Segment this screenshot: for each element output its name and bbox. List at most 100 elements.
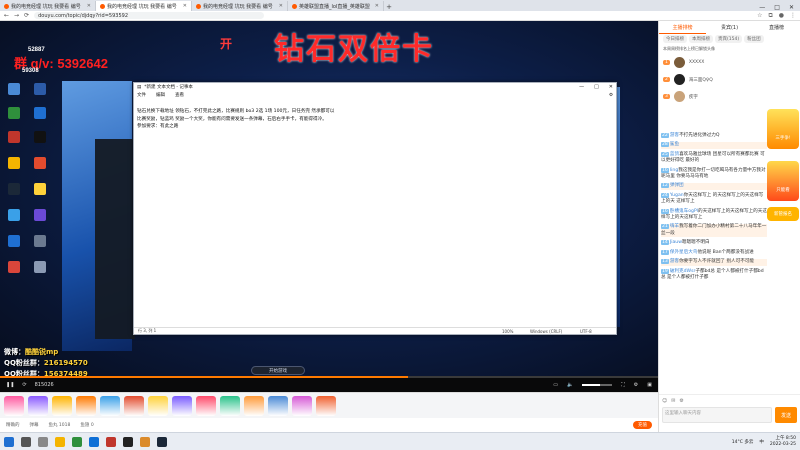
tab-live-rank[interactable]: 直播榜	[753, 21, 800, 34]
gift-icon[interactable]	[148, 395, 168, 416]
rank-row[interactable]: 2 海三面Q♀Q	[659, 71, 800, 88]
chat-username[interactable]: 蓝鸽	[670, 152, 679, 157]
app-icon[interactable]	[123, 436, 133, 447]
promo-banner[interactable]: 新管报名	[767, 207, 799, 221]
gift-icon[interactable]	[220, 395, 240, 416]
volume-slider[interactable]	[582, 384, 613, 386]
app-icon[interactable]	[106, 436, 116, 447]
clock[interactable]: 上午 8:50 2022-03-25	[770, 436, 796, 447]
desktop-icon[interactable]	[4, 157, 24, 169]
profile-icon[interactable]: ●	[779, 12, 784, 20]
gift-icon[interactable]	[76, 395, 96, 416]
chat-username[interactable]: 鲨鱼	[670, 142, 679, 147]
gift-icon[interactable]	[52, 395, 72, 416]
notepad-close-button[interactable]: ✕	[609, 84, 613, 90]
desktop-icon[interactable]	[4, 183, 24, 195]
gift-icon[interactable]	[316, 395, 336, 416]
desktop-icon[interactable]	[30, 83, 50, 95]
close-tab-icon[interactable]: ✕	[87, 3, 91, 9]
browser-menu-icon[interactable]: ⋮	[790, 12, 796, 20]
weather[interactable]: 14°C 多云	[732, 439, 754, 445]
desktop-icon[interactable]	[4, 107, 24, 119]
wallet-item[interactable]: 弹幕	[30, 422, 39, 428]
gift-icon[interactable]	[292, 395, 312, 416]
gift-icon[interactable]	[244, 395, 264, 416]
volume-icon[interactable]: 🔈	[567, 382, 573, 388]
pip-icon[interactable]: ▣	[647, 382, 652, 388]
chat-username[interactable]: Yugan	[670, 193, 684, 198]
back-arrow-icon[interactable]: ←	[4, 12, 9, 19]
desktop-icon[interactable]	[4, 261, 24, 273]
maximize-button[interactable]: □	[774, 4, 780, 11]
desktop-icon[interactable]	[30, 261, 50, 273]
fullscreen-icon[interactable]: ⛶	[621, 382, 625, 388]
file-explorer-icon[interactable]	[55, 436, 65, 447]
desktop-icon[interactable]	[30, 209, 50, 221]
play-pause-icon[interactable]: ❚❚	[6, 382, 14, 388]
chat-username[interactable]: 保外星后大鸟	[670, 250, 698, 255]
notepad-minimize-button[interactable]: —	[579, 84, 584, 90]
chat-username[interactable]: 游客	[670, 133, 679, 138]
tab-anchor-rank[interactable]: 主播排榜	[659, 21, 706, 34]
menu-file[interactable]: 文件	[137, 92, 146, 98]
close-tab-icon[interactable]: ✕	[375, 3, 379, 9]
subtab-fans[interactable]: 粉丝团	[744, 35, 764, 43]
desktop-icon[interactable]	[4, 131, 24, 143]
notepad-text-area[interactable]: 钻石兑换下载地址 领钻石，不打完此之路，比赛规则 bo3 2选 1场 100元，…	[137, 108, 607, 131]
subtab-week[interactable]: 本周排榜	[689, 35, 713, 43]
charge-button[interactable]: 充值	[633, 421, 652, 429]
refresh-stream-icon[interactable]: ⟳	[22, 382, 26, 388]
chat-input[interactable]: 这里输入聊天内容	[662, 407, 772, 423]
extensions-icon[interactable]: ⧉	[768, 12, 772, 20]
promo-banner[interactable]: 三手争!	[767, 109, 799, 149]
reload-icon[interactable]: ⟳	[24, 12, 29, 19]
start-menu-icon[interactable]	[4, 436, 14, 447]
browser-tab-1[interactable]: 我的电竞经理 坑玩 我要看 编号 ✕	[0, 1, 96, 11]
search-icon[interactable]	[21, 436, 31, 447]
close-window-button[interactable]: ✕	[789, 4, 794, 11]
app-icon[interactable]	[72, 436, 82, 447]
menu-edit[interactable]: 编辑	[156, 92, 165, 98]
settings-gear-icon[interactable]: ⚙	[609, 93, 613, 98]
desktop-icon[interactable]	[30, 157, 50, 169]
browser-tab-2[interactable]: 我的电竞经理 坑玩 我要看 编号 ✕	[96, 1, 192, 11]
forward-arrow-icon[interactable]: →	[14, 12, 19, 19]
barrage-toggle-icon[interactable]: ▭	[553, 382, 558, 388]
url-field[interactable]: douyu.com/topic/djdqy?rid=593592	[34, 12, 265, 19]
task-view-icon[interactable]	[38, 436, 48, 447]
edge-icon[interactable]	[89, 436, 99, 447]
rank-row[interactable]: 1 XXXXX	[659, 54, 800, 71]
input-language[interactable]: 中	[759, 439, 764, 445]
chat-username[interactable]: Jiauw	[670, 240, 682, 245]
desktop-icon[interactable]	[30, 131, 50, 143]
message-icon[interactable]: ✉	[671, 398, 675, 404]
tab-vip[interactable]: 贵宾(1)	[706, 21, 753, 34]
chat-username[interactable]: 嗨羊	[670, 224, 679, 229]
bookmark-star-icon[interactable]: ☆	[757, 12, 762, 20]
chat-username[interactable]: 破利克dWsr	[670, 269, 696, 274]
gift-icon[interactable]	[268, 395, 288, 416]
notepad-window[interactable]: ▤ *新建 文本文档 - 记事本 — □ ✕ 文件 编辑 查看 ⚙ 钻石兑换下载…	[133, 82, 617, 335]
subtab-today[interactable]: 今日排榜	[663, 35, 687, 43]
desktop-icon[interactable]	[4, 235, 24, 247]
gift-icon[interactable]	[100, 395, 120, 416]
wallet-item[interactable]: 精确的	[6, 422, 20, 428]
rank-row[interactable]: 3 疾字	[659, 88, 800, 105]
desktop-icon[interactable]	[30, 107, 50, 119]
app-icon[interactable]	[157, 436, 167, 447]
browser-tab-4[interactable]: 英雄联盟直播_lol直播_英雄联盟 ✕	[288, 1, 384, 11]
desktop-icon[interactable]	[30, 235, 50, 247]
chat-username[interactable]: 游客	[670, 259, 679, 264]
settings-icon[interactable]: ⚙	[679, 398, 683, 404]
gift-icon[interactable]	[4, 395, 24, 416]
gift-icon[interactable]	[196, 395, 216, 416]
chat-username[interactable]: 弹弹团	[670, 183, 684, 188]
emoji-icon[interactable]: ☺	[662, 398, 667, 404]
close-tab-icon[interactable]: ✕	[279, 3, 283, 9]
promo-banner[interactable]: 只能看	[767, 161, 799, 201]
gift-icon[interactable]	[28, 395, 48, 416]
minimize-button[interactable]: —	[759, 4, 765, 11]
desktop-icon[interactable]	[30, 183, 50, 195]
start-game-button[interactable]: 开始游戏	[251, 366, 305, 375]
subtab-vip[interactable]: 贵宾(154)	[715, 35, 743, 43]
